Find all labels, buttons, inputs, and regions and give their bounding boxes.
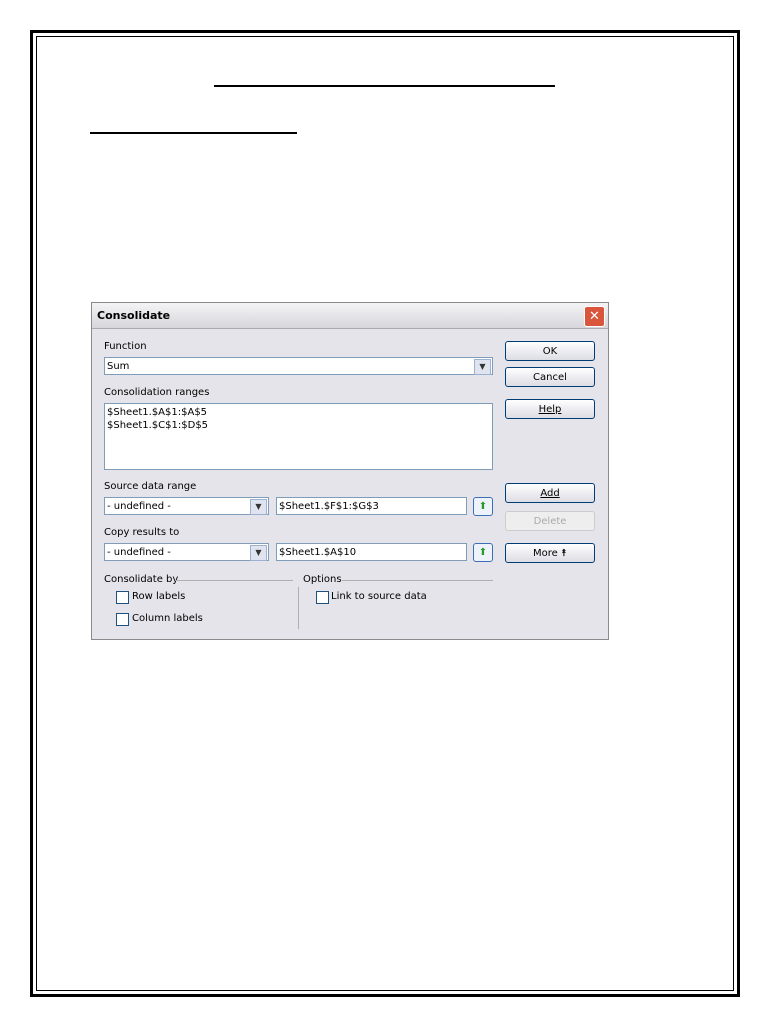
divider xyxy=(298,587,299,629)
consolidation-ranges-list[interactable]: $Sheet1.$A$1:$A$5 $Sheet1.$C$1:$D$5 xyxy=(104,403,493,470)
title-underline xyxy=(214,85,555,87)
ranges-label: Consolidation ranges xyxy=(104,387,210,398)
title-bar: Consolidate ✕ xyxy=(92,303,608,329)
dialog-title: Consolidate xyxy=(97,309,171,322)
chevron-down-icon[interactable]: ▼ xyxy=(250,499,267,515)
source-select-value: - undefined - xyxy=(107,501,171,512)
row-labels-label: Row labels xyxy=(132,591,186,602)
add-button[interactable]: Add xyxy=(505,483,595,503)
function-select[interactable]: Sum ▼ xyxy=(104,357,493,375)
row-labels-checkbox[interactable] xyxy=(116,591,129,604)
copy-results-input[interactable]: $Sheet1.$A$10 xyxy=(276,543,467,561)
column-labels-label: Column labels xyxy=(132,613,203,624)
consolidate-dialog: Consolidate ✕ Function Sum ▼ Consolidatio… xyxy=(91,302,609,640)
arrow-up-icon: ⬆ xyxy=(478,547,488,558)
chevron-down-icon[interactable]: ▼ xyxy=(474,359,491,375)
copy-select-value: - undefined - xyxy=(107,547,171,558)
column-labels-checkbox[interactable] xyxy=(116,613,129,626)
copy-label: Copy results to xyxy=(104,527,180,538)
source-label: Source data range xyxy=(104,481,197,492)
function-label: Function xyxy=(104,341,147,352)
cancel-button[interactable]: Cancel xyxy=(505,367,595,387)
arrow-up-icon: ⬆ xyxy=(478,501,488,512)
more-button[interactable]: More ⯭ xyxy=(505,543,595,563)
help-button[interactable]: Help xyxy=(505,399,595,419)
heading-underline xyxy=(90,132,297,134)
list-item[interactable]: $Sheet1.$C$1:$D$5 xyxy=(107,419,492,432)
link-source-label: Link to source data xyxy=(331,591,427,602)
divider xyxy=(342,580,493,581)
consolidate-by-label: Consolidate by xyxy=(104,574,179,585)
delete-button: Delete xyxy=(505,511,595,531)
link-source-checkbox[interactable] xyxy=(316,591,329,604)
shrink-button[interactable]: ⬆ xyxy=(473,543,493,562)
options-label: Options xyxy=(303,574,342,585)
source-select[interactable]: - undefined - ▼ xyxy=(104,497,269,515)
chevron-down-icon[interactable]: ▼ xyxy=(250,545,267,561)
copy-select[interactable]: - undefined - ▼ xyxy=(104,543,269,561)
ok-button[interactable]: OK xyxy=(505,341,595,361)
source-range-input[interactable]: $Sheet1.$F$1:$G$3 xyxy=(276,497,467,515)
close-icon[interactable]: ✕ xyxy=(584,306,605,327)
list-item[interactable]: $Sheet1.$A$1:$A$5 xyxy=(107,406,492,419)
divider xyxy=(175,580,293,581)
shrink-button[interactable]: ⬆ xyxy=(473,497,493,516)
function-value: Sum xyxy=(107,361,130,372)
